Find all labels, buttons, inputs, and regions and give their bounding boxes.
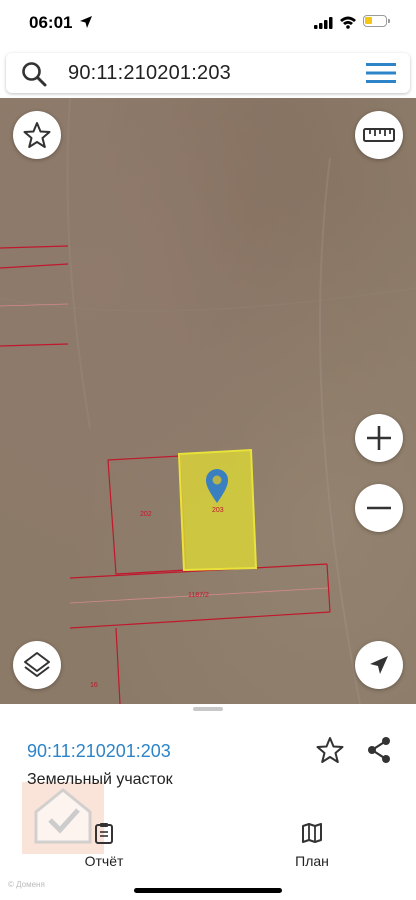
favorite-star-icon[interactable]	[316, 736, 344, 764]
zoom-in-icon	[367, 426, 391, 450]
parcel-label-203: 203	[212, 507, 224, 514]
search-bar[interactable]: 90:11:210201:203	[6, 53, 410, 93]
sheet-drag-handle[interactable]	[193, 707, 223, 711]
cadastral-number[interactable]: 90:11:210201:203	[27, 741, 171, 762]
zoom-out-icon	[367, 506, 391, 510]
locate-me-button[interactable]	[355, 641, 403, 689]
battery-icon	[363, 15, 390, 27]
search-icon[interactable]	[21, 61, 47, 87]
info-sheet[interactable]: 90:11:210201:203 Земельный участок Отчёт…	[0, 704, 416, 900]
parcel-16	[115, 627, 121, 704]
zoom-out-button[interactable]	[355, 484, 403, 532]
map-credit: © Доменя	[8, 880, 45, 889]
parcel-overlay	[0, 98, 416, 704]
map-view[interactable]: 202 203 1187/2 16	[0, 98, 416, 704]
layers-icon	[24, 652, 50, 677]
plan-map-icon	[302, 823, 322, 843]
share-icon[interactable]	[366, 736, 392, 764]
tab-report[interactable]: Отчёт	[44, 822, 164, 869]
ruler-icon	[363, 128, 395, 142]
layers-button[interactable]	[13, 641, 61, 689]
zoom-in-button[interactable]	[355, 414, 403, 462]
boundary-lines-left	[0, 245, 69, 347]
signal-icon	[314, 17, 333, 29]
favorite-star-icon	[23, 122, 51, 148]
parcel-label-202: 202	[140, 511, 152, 518]
status-bar: 06:01	[0, 0, 416, 46]
locate-me-icon	[370, 656, 388, 674]
wifi-icon	[340, 16, 356, 29]
tab-plan[interactable]: План	[252, 822, 372, 869]
object-type: Земельный участок	[27, 771, 173, 788]
parcel-label-16: 16	[90, 682, 98, 689]
favorite-button[interactable]	[13, 111, 61, 159]
tab-report-label: Отчёт	[84, 853, 124, 869]
ruler-button[interactable]	[355, 111, 403, 159]
status-time: 06:01	[29, 13, 73, 32]
report-clipboard-icon	[95, 823, 113, 844]
menu-icon[interactable]	[366, 63, 396, 83]
search-input[interactable]: 90:11:210201:203	[68, 62, 231, 85]
home-indicator[interactable]	[134, 888, 282, 893]
parcel-label-road: 1187/2	[188, 592, 209, 599]
location-arrow-icon	[80, 16, 92, 28]
tab-plan-label: План	[295, 853, 329, 869]
